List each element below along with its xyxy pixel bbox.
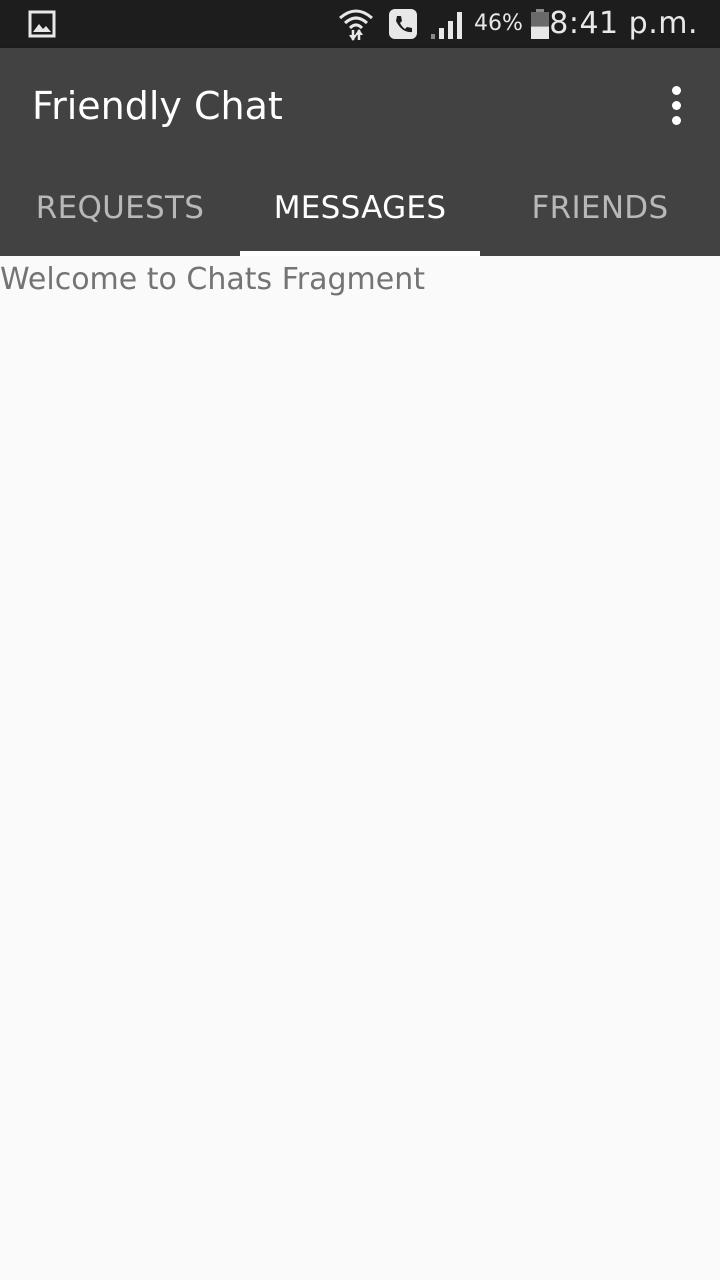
tab-bar: REQUESTS MESSAGES FRIENDS xyxy=(0,160,720,256)
status-bar: 46% 8:41 p.m. xyxy=(0,0,720,48)
gallery-icon xyxy=(28,10,56,38)
tab-requests[interactable]: REQUESTS xyxy=(0,160,240,256)
welcome-text: Welcome to Chats Fragment xyxy=(0,262,425,297)
battery-percent: 46% xyxy=(474,11,523,36)
tab-friends[interactable]: FRIENDS xyxy=(480,160,720,256)
signal-icon xyxy=(431,12,462,39)
tab-friends-label: FRIENDS xyxy=(531,190,669,226)
tab-messages[interactable]: MESSAGES xyxy=(240,160,480,256)
app-title: Friendly Chat xyxy=(32,84,283,128)
app-screen: 46% 8:41 p.m. Friendly Chat REQUESTS MES… xyxy=(0,0,720,1280)
call-icon xyxy=(389,9,417,39)
chats-fragment: Welcome to Chats Fragment xyxy=(0,256,720,1280)
tab-messages-label: MESSAGES xyxy=(273,190,447,226)
clock: 8:41 p.m. xyxy=(549,6,698,41)
tab-requests-label: REQUESTS xyxy=(35,190,205,226)
more-vert-icon[interactable] xyxy=(652,76,700,136)
wifi-icon xyxy=(339,9,373,41)
app-bar: Friendly Chat REQUESTS MESSAGES FRIENDS xyxy=(0,48,720,256)
